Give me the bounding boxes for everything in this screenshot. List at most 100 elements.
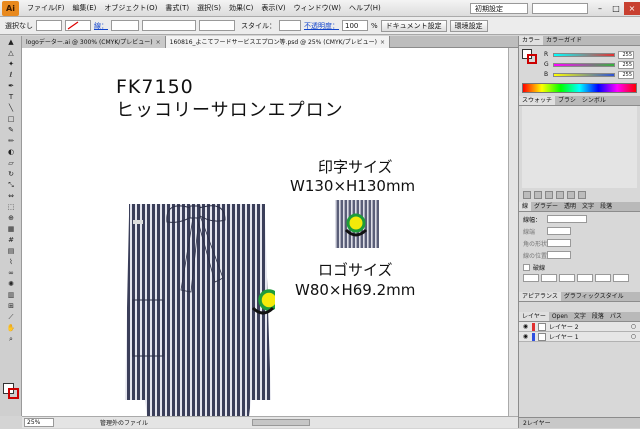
graphic-style-select[interactable] [279, 20, 301, 31]
blend-icon[interactable]: ∞ [2, 268, 20, 278]
stroke-link[interactable]: 線： [94, 21, 108, 31]
tab-symbols[interactable]: シンボル [579, 96, 609, 105]
target-icon[interactable]: ○ [631, 333, 636, 340]
layer-name[interactable]: レイヤー 2 [549, 322, 579, 331]
print-area-preview[interactable] [335, 200, 379, 248]
gap-input-3[interactable] [613, 274, 629, 282]
close-button[interactable]: × [624, 1, 640, 15]
tab-brushes[interactable]: ブラシ [555, 96, 579, 105]
help-search-input[interactable] [532, 2, 588, 14]
stroke-weight-input[interactable] [547, 215, 587, 223]
r-value-input[interactable]: 255 [618, 50, 634, 59]
layer-row[interactable]: ◉ レイヤー 2 ○ [519, 322, 640, 332]
tab-appearance[interactable]: アピアランス [519, 292, 561, 301]
fill-color-select[interactable] [36, 20, 62, 31]
scale-icon[interactable]: ⤡ [2, 180, 20, 190]
tab-open[interactable]: Open [549, 312, 571, 321]
tab-character[interactable]: 文字 [579, 202, 597, 211]
document-settings-button[interactable]: ドキュメント設定 [380, 19, 447, 32]
b-value-input[interactable]: 255 [618, 70, 634, 79]
g-value-input[interactable]: 255 [618, 60, 634, 69]
selection-tool-icon[interactable]: ▲ [2, 37, 20, 47]
tab-stroke[interactable]: 線 [519, 202, 532, 211]
tab-gradient[interactable]: グラデー [531, 202, 561, 211]
type-tool-icon[interactable]: T [2, 92, 20, 102]
mesh-icon[interactable]: # [2, 235, 20, 245]
delete-swatch-icon[interactable] [578, 191, 586, 199]
pen-tool-icon[interactable]: ✒ [2, 81, 20, 91]
rotate-icon[interactable]: ↻ [2, 169, 20, 179]
opacity-link[interactable]: 不透明度： [304, 21, 339, 31]
gap-input-1[interactable] [541, 274, 557, 282]
zoom-tool-icon[interactable]: ⌕ [2, 334, 20, 344]
line-tool-icon[interactable]: ╲ [2, 103, 20, 113]
dash-input-2[interactable] [559, 274, 575, 282]
free-transform-icon[interactable]: ⬚ [2, 202, 20, 212]
align-options[interactable] [547, 251, 571, 259]
zoom-select[interactable]: 25% [24, 418, 54, 427]
artboard-canvas[interactable]: FK7150 ヒッコリーサロンエプロン 印字サイズ W130×H130mm ロゴ… [22, 48, 518, 416]
new-swatch-icon[interactable] [567, 191, 575, 199]
swatch-options-icon[interactable] [545, 191, 553, 199]
layer-row[interactable]: ◉ レイヤー 1 ○ [519, 332, 640, 342]
swatch-grid[interactable] [522, 106, 637, 188]
maximize-button[interactable]: □ [608, 2, 624, 15]
workspace-select[interactable]: 初期設定 [470, 2, 528, 14]
stroke-color-select[interactable] [65, 20, 91, 31]
g-slider[interactable] [553, 62, 615, 67]
menu-view[interactable]: 表示(V) [257, 3, 289, 13]
tab-paragraph[interactable]: 段落 [597, 202, 615, 211]
shape-builder-icon[interactable]: ⊕ [2, 213, 20, 223]
color-spectrum[interactable] [522, 83, 637, 93]
pencil-icon[interactable]: ✏ [2, 136, 20, 146]
swatch-library-icon[interactable] [523, 191, 531, 199]
preferences-button[interactable]: 環境設定 [449, 19, 488, 32]
stroke-swatch[interactable] [8, 388, 19, 399]
symbol-sprayer-icon[interactable]: ✺ [2, 279, 20, 289]
variable-width-select[interactable] [142, 20, 196, 31]
eyedropper-icon[interactable]: ⌇ [2, 257, 20, 267]
tab-graphic-styles[interactable]: グラフィックスタイル [561, 292, 627, 301]
b-slider[interactable] [553, 72, 615, 77]
file-status[interactable]: 管理外のファイル [100, 418, 148, 427]
tab-para[interactable]: 段落 [589, 312, 607, 321]
opacity-input[interactable]: 100 [342, 20, 368, 31]
minimize-button[interactable]: – [592, 2, 608, 15]
target-icon[interactable]: ○ [631, 323, 636, 330]
magic-wand-icon[interactable]: ✦ [2, 59, 20, 69]
width-tool-icon[interactable]: ⇔ [2, 191, 20, 201]
menu-type[interactable]: 書式(T) [161, 3, 193, 13]
slice-icon[interactable]: ⟋ [2, 312, 20, 322]
gradient-icon[interactable]: ▤ [2, 246, 20, 256]
close-icon[interactable]: × [380, 37, 385, 48]
gap-input-2[interactable] [577, 274, 593, 282]
cap-options[interactable] [547, 227, 571, 235]
menu-select[interactable]: 選択(S) [193, 3, 225, 13]
tab-type[interactable]: 文字 [571, 312, 589, 321]
brush-select[interactable] [199, 20, 235, 31]
hand-tool-icon[interactable]: ✋ [2, 323, 20, 333]
close-icon[interactable]: × [156, 37, 161, 48]
dash-input-1[interactable] [523, 274, 539, 282]
swatch-kind-icon[interactable] [534, 191, 542, 199]
tab-color[interactable]: カラー [519, 36, 544, 45]
menu-effect[interactable]: 効果(C) [225, 3, 257, 13]
artboard-icon[interactable]: ⊞ [2, 301, 20, 311]
menu-file[interactable]: ファイル(F) [23, 3, 69, 13]
paintbrush-icon[interactable]: ✎ [2, 125, 20, 135]
direct-selection-tool-icon[interactable]: △ [2, 48, 20, 58]
eraser-icon[interactable]: ▱ [2, 158, 20, 168]
menu-edit[interactable]: 編集(E) [69, 3, 101, 13]
horizontal-scrollbar[interactable] [252, 419, 311, 426]
tab-color-guide[interactable]: カラーガイド [543, 36, 585, 45]
tab-logo-data[interactable]: logoデーター.ai @ 300% (CMYK/プレビュー) × [22, 36, 166, 48]
tab-layers[interactable]: レイヤー [519, 312, 549, 321]
blob-brush-icon[interactable]: ◐ [2, 147, 20, 157]
lasso-icon[interactable]: ℓ [2, 70, 20, 80]
fill-stroke-indicator[interactable] [522, 49, 538, 65]
tab-path[interactable]: パス [607, 312, 625, 321]
r-slider[interactable] [553, 52, 615, 57]
corner-options[interactable] [547, 239, 571, 247]
perspective-grid-icon[interactable]: ▦ [2, 224, 20, 234]
apron-image[interactable] [125, 204, 275, 416]
